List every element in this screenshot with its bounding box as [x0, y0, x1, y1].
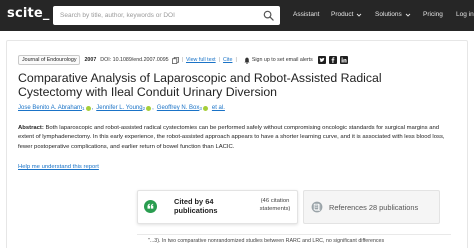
twitter-share-icon[interactable] — [317, 56, 326, 64]
citation-statements-line2: statements) — [259, 206, 291, 212]
et-al-link[interactable]: et al. — [212, 105, 225, 111]
separator: | — [235, 57, 237, 63]
nav-login[interactable]: Log in — [456, 11, 474, 18]
cite-link[interactable]: Cite — [223, 57, 232, 63]
references-tab[interactable]: References 28 publications — [303, 190, 440, 224]
scite-logo[interactable]: scite_ — [7, 6, 50, 21]
article-title: Comparative Analysis of Laparoscopic and… — [18, 71, 382, 99]
cited-by-count: Cited by 64 — [174, 197, 214, 206]
references-icon — [311, 201, 323, 213]
author-affiliation-sup: 2 — [142, 105, 146, 111]
orcid-icon — [85, 105, 91, 111]
nav-pricing-label: Pricing — [423, 11, 443, 18]
citation-statements-count: (46 citation statements) — [255, 197, 295, 213]
author-affiliation-sup: 3 — [199, 105, 202, 111]
cited-by-tab[interactable]: Cited by 64 publications (46 citation st… — [137, 190, 298, 224]
abstract-text: Both laparoscopic and robot-assisted rad… — [18, 125, 445, 150]
author-separator: , — [152, 105, 154, 111]
abstract-label: Abstract: — [18, 125, 44, 131]
orcid-icon — [146, 105, 152, 111]
publication-year: 2007 — [84, 57, 97, 63]
search-icon[interactable] — [263, 10, 274, 21]
cited-by-unit: publications — [174, 206, 218, 215]
nav-login-label: Log in — [456, 11, 474, 18]
citation-statements-line1: (46 citation — [260, 198, 290, 204]
quote-icon — [144, 200, 157, 213]
citation-snippet-text: "...3). In two comparative nonrandomized… — [148, 238, 385, 244]
nav-solutions[interactable]: Solutions — [375, 11, 411, 18]
nav-product[interactable]: Product — [331, 11, 362, 18]
separator: | — [181, 57, 183, 63]
chevron-down-icon — [405, 13, 411, 17]
author-link[interactable]: Jose Benito A. Abraham — [18, 105, 82, 111]
journal-badge[interactable]: Journal of Endourology — [18, 55, 81, 65]
nav-pricing[interactable]: Pricing — [423, 11, 443, 18]
references-label: References 28 publications — [329, 203, 419, 212]
author-link[interactable]: Geoffrey N. Box — [157, 105, 200, 111]
nav-assistant-label: Assistant — [293, 11, 320, 18]
nav-solutions-label: Solutions — [375, 11, 402, 18]
search-box — [53, 6, 280, 25]
top-nav: scite_ Assistant Product Solutions Prici… — [0, 0, 474, 31]
separator: | — [218, 57, 221, 63]
search-input[interactable] — [53, 6, 258, 25]
author-affiliation-sup: 1 — [82, 105, 85, 111]
abstract: Abstract: Both laparoscopic and robot-as… — [18, 124, 456, 152]
view-full-text-link[interactable]: View full text — [186, 57, 216, 63]
bell-icon[interactable] — [244, 57, 250, 64]
author-separator: , — [91, 105, 94, 111]
email-alerts-link[interactable]: Sign up to set email alerts — [252, 57, 313, 63]
author-link[interactable]: Jennifer L. Young — [96, 105, 142, 111]
help-understand-link[interactable]: Help me understand this report — [18, 164, 99, 170]
author-list: Jose Benito A. Abraham 1 , Jennifer L. Y… — [18, 105, 225, 111]
nav-product-label: Product — [331, 11, 354, 18]
chevron-down-icon — [357, 13, 362, 17]
doi-text: DOI: 10.1089/end.2007.0095 — [100, 57, 169, 63]
cited-by-title: Cited by 64 publications — [174, 197, 218, 215]
copy-icon[interactable] — [171, 56, 179, 64]
orcid-icon — [202, 105, 208, 111]
article-meta: Journal of Endourology 2007 DOI: 10.1089… — [18, 55, 348, 65]
nav-assistant[interactable]: Assistant — [293, 11, 319, 18]
linkedin-share-icon[interactable] — [339, 56, 348, 64]
citation-snippet: "...3). In two comparative nonrandomized… — [137, 234, 451, 248]
facebook-share-icon[interactable] — [328, 56, 337, 64]
